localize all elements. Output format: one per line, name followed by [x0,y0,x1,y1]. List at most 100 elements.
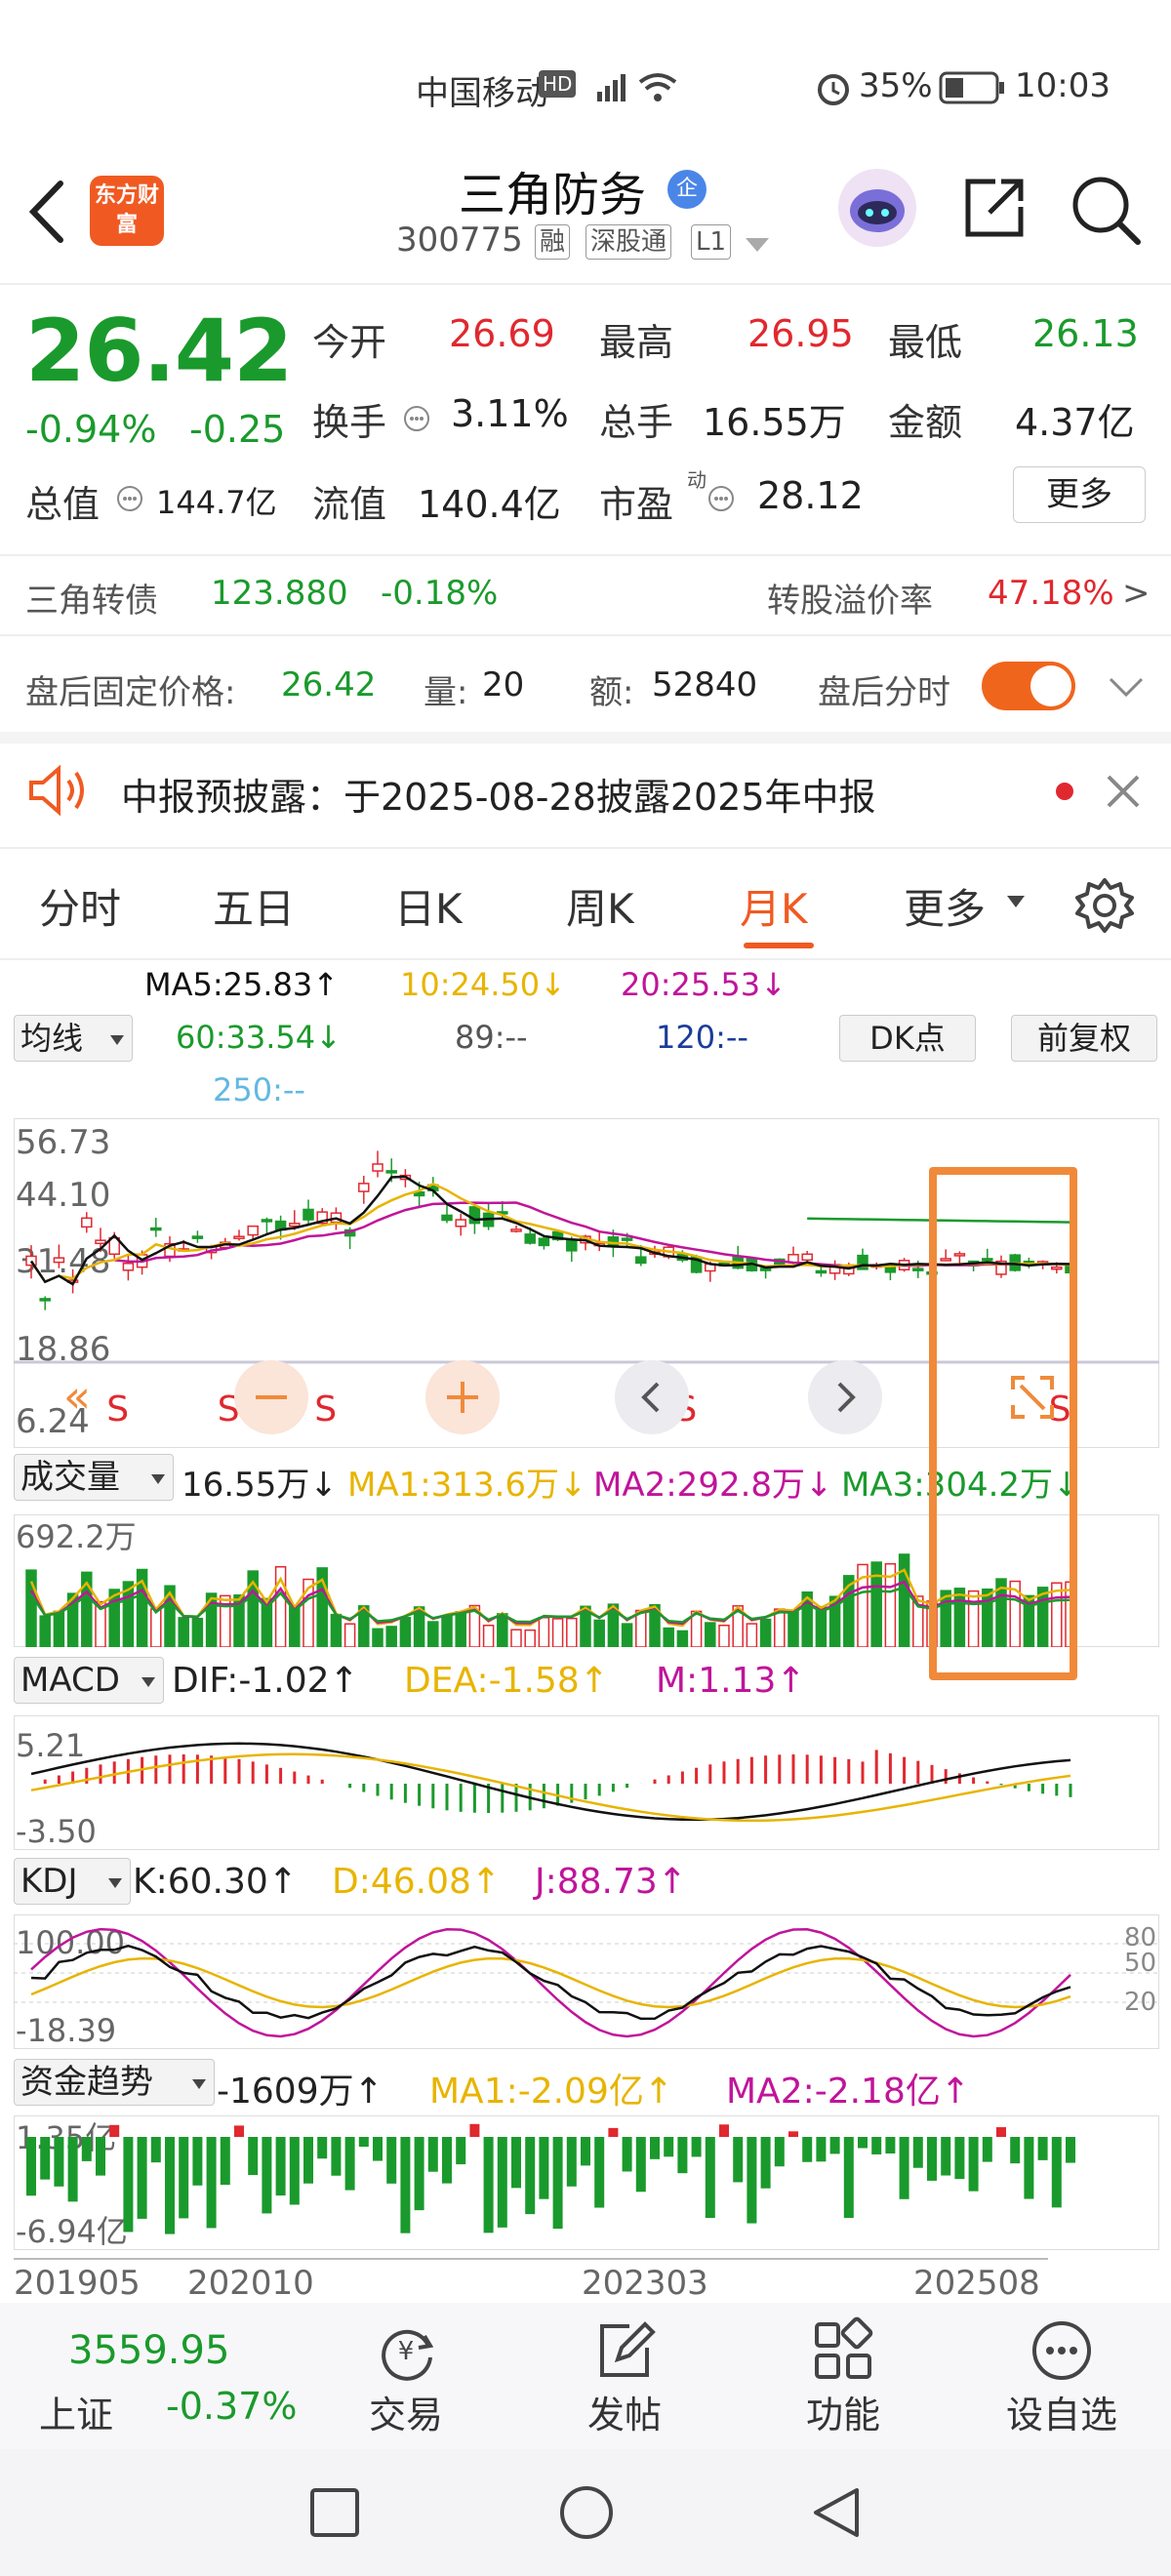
info-icon[interactable] [115,484,144,513]
adjust-button[interactable]: 前复权 [1011,1015,1157,1062]
volume-ma1: MA1:313.6万↓ [347,1466,587,1505]
turnover-value: 3.11% [451,392,569,435]
chevron-down-icon [108,1878,122,1888]
fund-bar [414,2137,424,2211]
volume-bar [538,1617,550,1647]
volume-value: 16.55万 [703,401,846,444]
enterprise-badge: 企 [667,170,707,209]
index-name[interactable]: 上证 [39,2385,113,2438]
chevron-down-icon [192,2079,206,2089]
fund-bar [1010,2137,1021,2164]
fund-bar [927,2137,937,2181]
stock-code: 300775 [396,221,523,260]
fund-bar [594,2137,605,2208]
volume-bar [787,1609,799,1647]
macd-axis-label: 5.21 [16,1727,85,1764]
fund-bar [705,2137,715,2219]
kdj-level-label: 20 [1124,1988,1156,2017]
premium-arrow[interactable]: > [1122,574,1151,613]
bond-change: -0.18% [381,574,499,613]
kdj-chart[interactable]: 100.00 -18.39 80 50 20 [14,1914,1159,2049]
tab-daily-k[interactable]: 日K [394,876,463,936]
chevron-down-icon[interactable] [1107,673,1146,703]
fund-bar [275,2137,286,2196]
volume-bar [150,1608,162,1647]
nav-post[interactable]: 发帖 [546,2303,703,2438]
volume-bar [718,1624,730,1647]
volume-bar [635,1609,647,1647]
volume-bar [621,1623,633,1647]
candle-body [95,1239,106,1245]
nav-function[interactable]: 功能 [765,2303,921,2438]
fund-bar [829,2137,840,2154]
fund-bar [566,2137,577,2187]
zoom-in-button[interactable] [425,1360,500,1434]
home-icon[interactable] [558,2484,615,2541]
amount-value: 4.37亿 [1015,401,1135,444]
fund-bar [206,2137,217,2229]
fund-bar [96,2137,105,2176]
share-icon[interactable] [956,172,1030,246]
macd-dif: DIF:-1.02↑ [172,1661,359,1701]
tab-monthly-k[interactable]: 月K [740,876,808,936]
fund-bar [622,2137,632,2172]
tab-weekly-k[interactable]: 周K [566,876,634,936]
candle-body [122,1263,135,1271]
carrier-label: 中国移动 [416,74,548,113]
candle-body [524,1233,536,1244]
info-icon[interactable] [402,404,431,433]
recent-apps-icon[interactable] [308,2486,361,2539]
kline-y-label: 44.10 [16,1176,110,1215]
dk-point-button[interactable]: DK点 [839,1015,976,1062]
scroll-start-button[interactable]: « [43,1370,111,1429]
fund-chart[interactable]: 1.35亿 -6.94亿 [14,2115,1159,2250]
tab-five-day[interactable]: 五日 [213,876,295,936]
volume-bar [343,1623,356,1647]
gear-icon[interactable] [1073,874,1136,937]
info-icon[interactable] [707,484,736,513]
fund-bar [81,2137,92,2161]
bond-price: 123.880 [211,574,348,613]
volume-bar [330,1613,343,1647]
notice-text[interactable]: 中报预披露：于2025-08-28披露2025年中报 [121,767,876,821]
fund-selector[interactable]: 资金趋势 [14,2059,215,2106]
robot-assistant-icon[interactable] [835,166,919,250]
volume-bar [524,1629,536,1647]
nav-watchlist[interactable]: 设自选 [984,2303,1140,2438]
battery-percent: 35% [859,66,933,105]
volume-bar [676,1630,689,1647]
back-icon[interactable] [23,178,72,246]
turnover-label: 换手 [312,401,387,444]
date-label: 202303 [582,2264,708,2303]
macd-chart[interactable]: 5.21 -3.50 [14,1715,1159,1850]
kline-y-label: 56.73 [16,1123,110,1162]
scroll-left-button[interactable] [615,1360,689,1434]
tab-intraday[interactable]: 分时 [39,876,121,936]
zoom-out-button[interactable] [234,1360,308,1434]
nav-trade[interactable]: ¥ 交易 [328,2303,484,2438]
close-icon[interactable] [1105,773,1142,810]
kdj-k: K:60.30↑ [133,1862,298,1902]
after-hours-toggle[interactable] [982,662,1075,710]
bond-name[interactable]: 三角转债 [25,574,158,622]
scroll-right-button[interactable] [808,1360,882,1434]
volume-bar [39,1615,51,1647]
back-nav-icon[interactable] [808,2484,865,2541]
date-axis-line [14,2258,1048,2264]
fund-bar [899,2137,909,2199]
candle-body [191,1235,204,1239]
tab-more[interactable]: 更多 [904,876,986,936]
chevron-down-icon[interactable] [744,236,771,256]
chevron-down-icon [1007,896,1025,907]
sell-signal-marker: S [314,1389,337,1429]
more-button[interactable]: 更多 [1013,466,1146,523]
search-icon[interactable] [1068,172,1146,250]
dk-point-label: DK点 [869,1020,946,1057]
chevron-right-icon [837,1382,856,1413]
fund-bar [1066,2137,1075,2163]
fund-bar [234,2125,244,2137]
index-value[interactable]: 3559.95 [68,2328,229,2373]
fund-bar [220,2137,230,2186]
fund-bar [344,2137,355,2191]
hd-badge: HD [539,70,577,98]
